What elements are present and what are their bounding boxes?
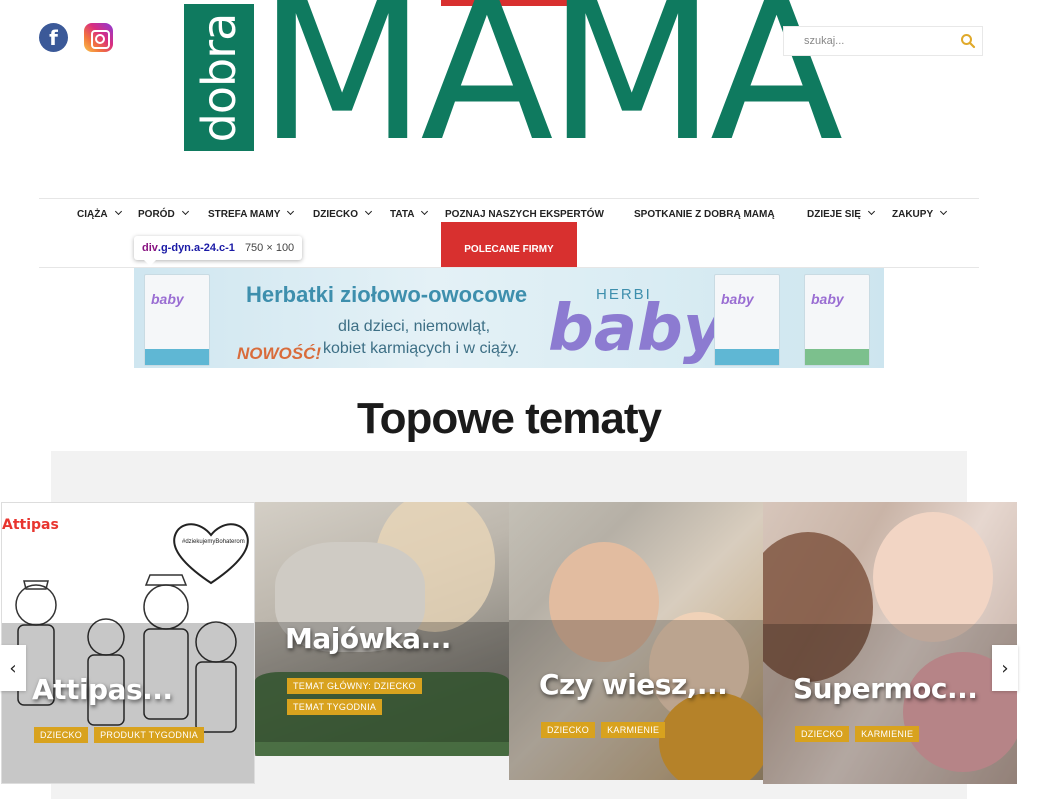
chevron-left-icon: ‹ bbox=[9, 657, 17, 679]
nav-item-porod[interactable]: PORÓD bbox=[138, 205, 189, 225]
chevron-down-icon bbox=[287, 207, 295, 216]
banner-line-1: dla dzieci, niemowląt, bbox=[338, 318, 491, 335]
tag-badge[interactable]: TEMAT GŁÓWNY: DZIECKO bbox=[287, 678, 422, 694]
nav-item-dziecko[interactable]: DZIECKO bbox=[313, 205, 373, 225]
search-icon[interactable] bbox=[960, 33, 976, 49]
nav-divider-top bbox=[39, 198, 979, 199]
nav-label: STREFA MAMY bbox=[208, 209, 281, 220]
package-band bbox=[805, 349, 869, 365]
tag-badge[interactable]: KARMIENIE bbox=[855, 726, 920, 742]
card-tags: TEMAT GŁÓWNY: DZIECKO TEMAT TYGODNIA bbox=[287, 678, 487, 715]
chevron-down-icon bbox=[181, 207, 189, 216]
card-tags: DZIECKO KARMIENIE bbox=[795, 726, 995, 742]
chevron-down-icon bbox=[114, 207, 122, 216]
carousel-prev-button[interactable]: ‹ bbox=[0, 645, 26, 691]
carousel-card[interactable]: Attipas #dziekujemyBohaterom Attipas... … bbox=[1, 502, 255, 784]
tooltip-size: 750 × 100 bbox=[244, 242, 295, 254]
tooltip-class: .g-dyn.a-24.c-1 bbox=[157, 242, 235, 254]
product-package: baby bbox=[144, 274, 210, 366]
card-tags: DZIECKO KARMIENIE bbox=[541, 722, 741, 738]
nav-item-tata[interactable]: TATA bbox=[390, 205, 429, 225]
logo-prefix: dobra bbox=[192, 13, 246, 142]
nav-label: DZIECKO bbox=[313, 209, 358, 220]
tag-badge[interactable]: PRODUKT TYGODNIA bbox=[94, 727, 205, 743]
card-title[interactable]: Czy wiesz,... bbox=[539, 668, 728, 701]
search-input[interactable] bbox=[784, 27, 949, 55]
chevron-down-icon bbox=[867, 207, 875, 216]
card-title[interactable]: Supermoc... bbox=[793, 672, 978, 705]
carousel-card[interactable]: Majówka... TEMAT GŁÓWNY: DZIECKO TEMAT T… bbox=[255, 502, 509, 756]
page: f dobra MAMA CIĄŻA PORÓD STREFA MAMY DZI… bbox=[0, 0, 1052, 799]
search-box bbox=[783, 26, 983, 56]
nav-label: SPOTKANIE Z DOBRĄ MAMĄ bbox=[634, 209, 775, 220]
nav-item-dzieje-sie[interactable]: DZIEJE SIĘ bbox=[807, 205, 875, 225]
chevron-down-icon bbox=[364, 207, 373, 216]
nav-label: CIĄŻA bbox=[77, 209, 108, 220]
card-title[interactable]: Majówka... bbox=[285, 622, 451, 655]
tag-badge[interactable]: TEMAT TYGODNIA bbox=[287, 699, 383, 715]
banner-headline: Herbatki ziołowo-owocowe bbox=[246, 282, 528, 307]
tag-badge[interactable]: DZIECKO bbox=[795, 726, 850, 742]
card-tags: DZIECKO PRODUKT TYGODNIA bbox=[34, 727, 234, 743]
chevron-down-icon bbox=[421, 207, 429, 216]
banner-line-2: kobiet karmiących i w ciąży. bbox=[323, 340, 520, 357]
facebook-icon[interactable]: f bbox=[39, 23, 68, 52]
carousel-next-button[interactable]: › bbox=[992, 645, 1018, 691]
product-package: baby bbox=[804, 274, 870, 366]
nav-item-strefa-mamy[interactable]: STREFA MAMY bbox=[208, 205, 295, 225]
nav-label: TATA bbox=[390, 209, 415, 220]
package-band bbox=[145, 349, 209, 365]
instagram-icon[interactable] bbox=[84, 23, 113, 52]
package-label: baby bbox=[811, 291, 844, 307]
tooltip-selector: div.g-dyn.a-24.c-1 bbox=[142, 242, 235, 254]
product-package: baby bbox=[714, 274, 780, 366]
tag-badge[interactable]: DZIECKO bbox=[34, 727, 89, 743]
logo-prefix-box[interactable]: dobra bbox=[184, 4, 254, 151]
carousel-card[interactable]: Supermoc... DZIECKO KARMIENIE bbox=[763, 502, 1017, 784]
nav-label: ZAKUPY bbox=[892, 209, 934, 220]
carousel-card[interactable]: Czy wiesz,... DZIECKO KARMIENIE bbox=[509, 502, 763, 780]
chevron-right-icon: › bbox=[1001, 657, 1009, 679]
nav-label: DZIEJE SIĘ bbox=[807, 209, 861, 220]
package-label: baby bbox=[721, 291, 754, 307]
logo-main[interactable]: MAMA bbox=[258, 0, 862, 156]
package-band bbox=[715, 349, 779, 365]
nav-item-zakupy[interactable]: ZAKUPY bbox=[892, 205, 948, 225]
social-links: f bbox=[39, 23, 113, 52]
photo-shape bbox=[873, 512, 993, 642]
tooltip-tag: div bbox=[142, 242, 158, 254]
tag-badge[interactable]: DZIECKO bbox=[541, 722, 596, 738]
ad-banner[interactable]: baby Herbatki ziołowo-owocowe dla dzieci… bbox=[134, 268, 884, 368]
chevron-down-icon bbox=[940, 207, 948, 216]
card-hashtag: #dziekujemyBohaterom bbox=[182, 539, 245, 545]
banner-brand-top: HERBI bbox=[596, 286, 652, 303]
package-label: baby bbox=[151, 291, 184, 307]
nav-label: PORÓD bbox=[138, 209, 175, 220]
banner-brand-main: baby bbox=[548, 292, 725, 366]
nav-label: POZNAJ NASZYCH EKSPERTÓW bbox=[445, 209, 604, 220]
section-title: Topowe tematy bbox=[356, 394, 662, 443]
nav-item-spotkanie[interactable]: SPOTKANIE Z DOBRĄ MAMĄ bbox=[634, 205, 775, 225]
tag-badge[interactable]: KARMIENIE bbox=[601, 722, 666, 738]
card-brand-logo: Attipas bbox=[2, 517, 59, 533]
nav-item-ciaza[interactable]: CIĄŻA bbox=[77, 205, 122, 225]
card-title[interactable]: Attipas... bbox=[32, 673, 173, 706]
devtools-tooltip: div.g-dyn.a-24.c-1 750 × 100 bbox=[134, 236, 303, 266]
banner-new-badge: NOWOŚĆ! bbox=[237, 344, 322, 363]
